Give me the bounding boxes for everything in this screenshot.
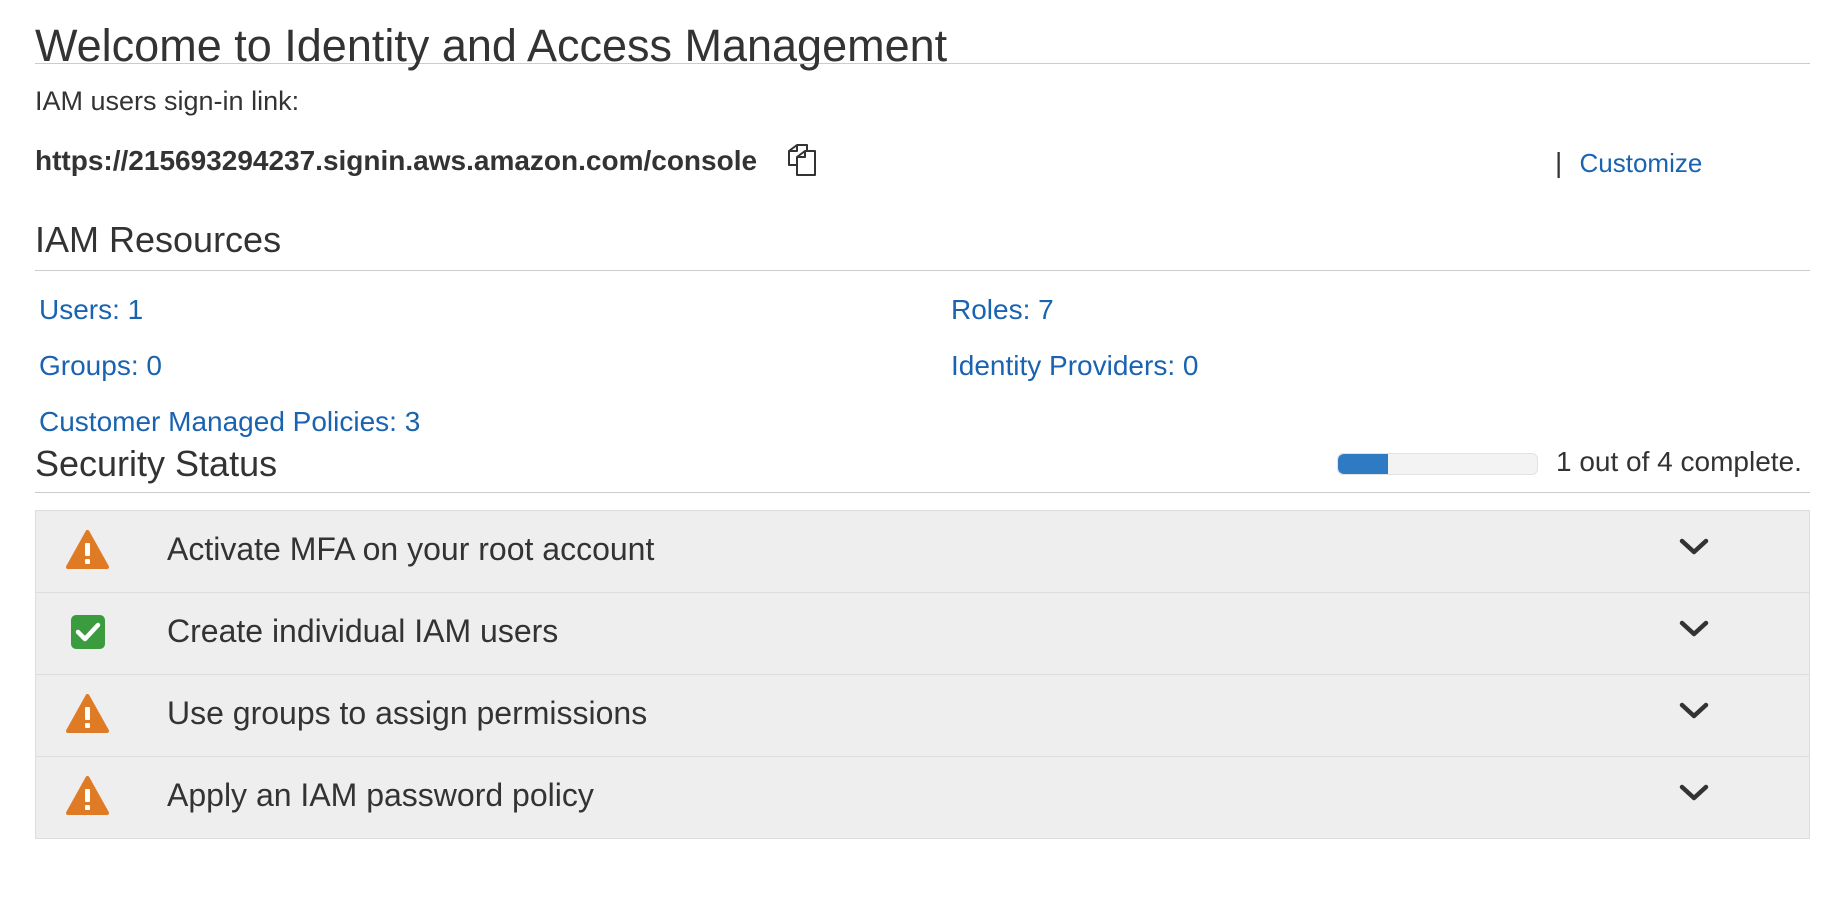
- signin-label: IAM users sign-in link:: [35, 86, 300, 116]
- iam-dashboard: Welcome to Identity and Access Managemen…: [35, 0, 1810, 839]
- security-checklist: Activate MFA on your root account Create…: [35, 510, 1810, 839]
- identity-providers-link[interactable]: Identity Providers: 0: [951, 349, 1198, 383]
- chevron-down-icon[interactable]: [1678, 617, 1710, 641]
- security-header: Security Status 1 out of 4 complete.: [35, 441, 1810, 493]
- warning-icon: [65, 529, 110, 571]
- check-item-label: Use groups to assign permissions: [167, 695, 648, 731]
- check-item-iam-users[interactable]: Create individual IAM users: [36, 593, 1809, 675]
- groups-link[interactable]: Groups: 0: [39, 349, 162, 383]
- chevron-down-icon[interactable]: [1678, 781, 1710, 805]
- check-item-groups[interactable]: Use groups to assign permissions: [36, 675, 1809, 757]
- warning-icon: [65, 693, 110, 735]
- customize-link[interactable]: Customize: [1580, 148, 1703, 178]
- check-item-label: Create individual IAM users: [167, 613, 559, 649]
- warning-icon: [65, 775, 110, 817]
- check-item-password-policy[interactable]: Apply an IAM password policy: [36, 757, 1809, 839]
- check-item-label: Activate MFA on your root account: [167, 531, 655, 567]
- security-progress-bar: [1337, 453, 1538, 475]
- signin-url: https://215693294237.signin.aws.amazon.c…: [35, 145, 758, 176]
- customize-wrap: | Customize: [1555, 146, 1702, 180]
- copy-icon-graphic: [788, 144, 816, 176]
- customer-managed-policies-link[interactable]: Customer Managed Policies: 3: [39, 405, 420, 439]
- security-progress-fill: [1338, 454, 1388, 474]
- resources-title: IAM Resources: [35, 219, 282, 260]
- copy-icon[interactable]: [785, 141, 819, 179]
- signin-row: https://215693294237.signin.aws.amazon.c…: [35, 144, 1810, 194]
- resources-header: IAM Resources: [35, 218, 1810, 271]
- security-progress-text: 1 out of 4 complete.: [1556, 446, 1802, 477]
- resources-grid: Users: 1 Roles: 7 Groups: 0 Identity Pro…: [35, 271, 1810, 441]
- separator: |: [1555, 147, 1563, 178]
- checkmark-icon: [65, 611, 110, 653]
- security-title: Security Status: [35, 443, 278, 484]
- check-item-mfa[interactable]: Activate MFA on your root account: [36, 511, 1809, 593]
- chevron-down-icon[interactable]: [1678, 535, 1710, 559]
- users-link[interactable]: Users: 1: [39, 293, 143, 327]
- check-item-label: Apply an IAM password policy: [167, 777, 594, 813]
- chevron-down-icon[interactable]: [1678, 699, 1710, 723]
- page-title: Welcome to Identity and Access Managemen…: [35, 0, 1810, 71]
- roles-link[interactable]: Roles: 7: [951, 293, 1054, 327]
